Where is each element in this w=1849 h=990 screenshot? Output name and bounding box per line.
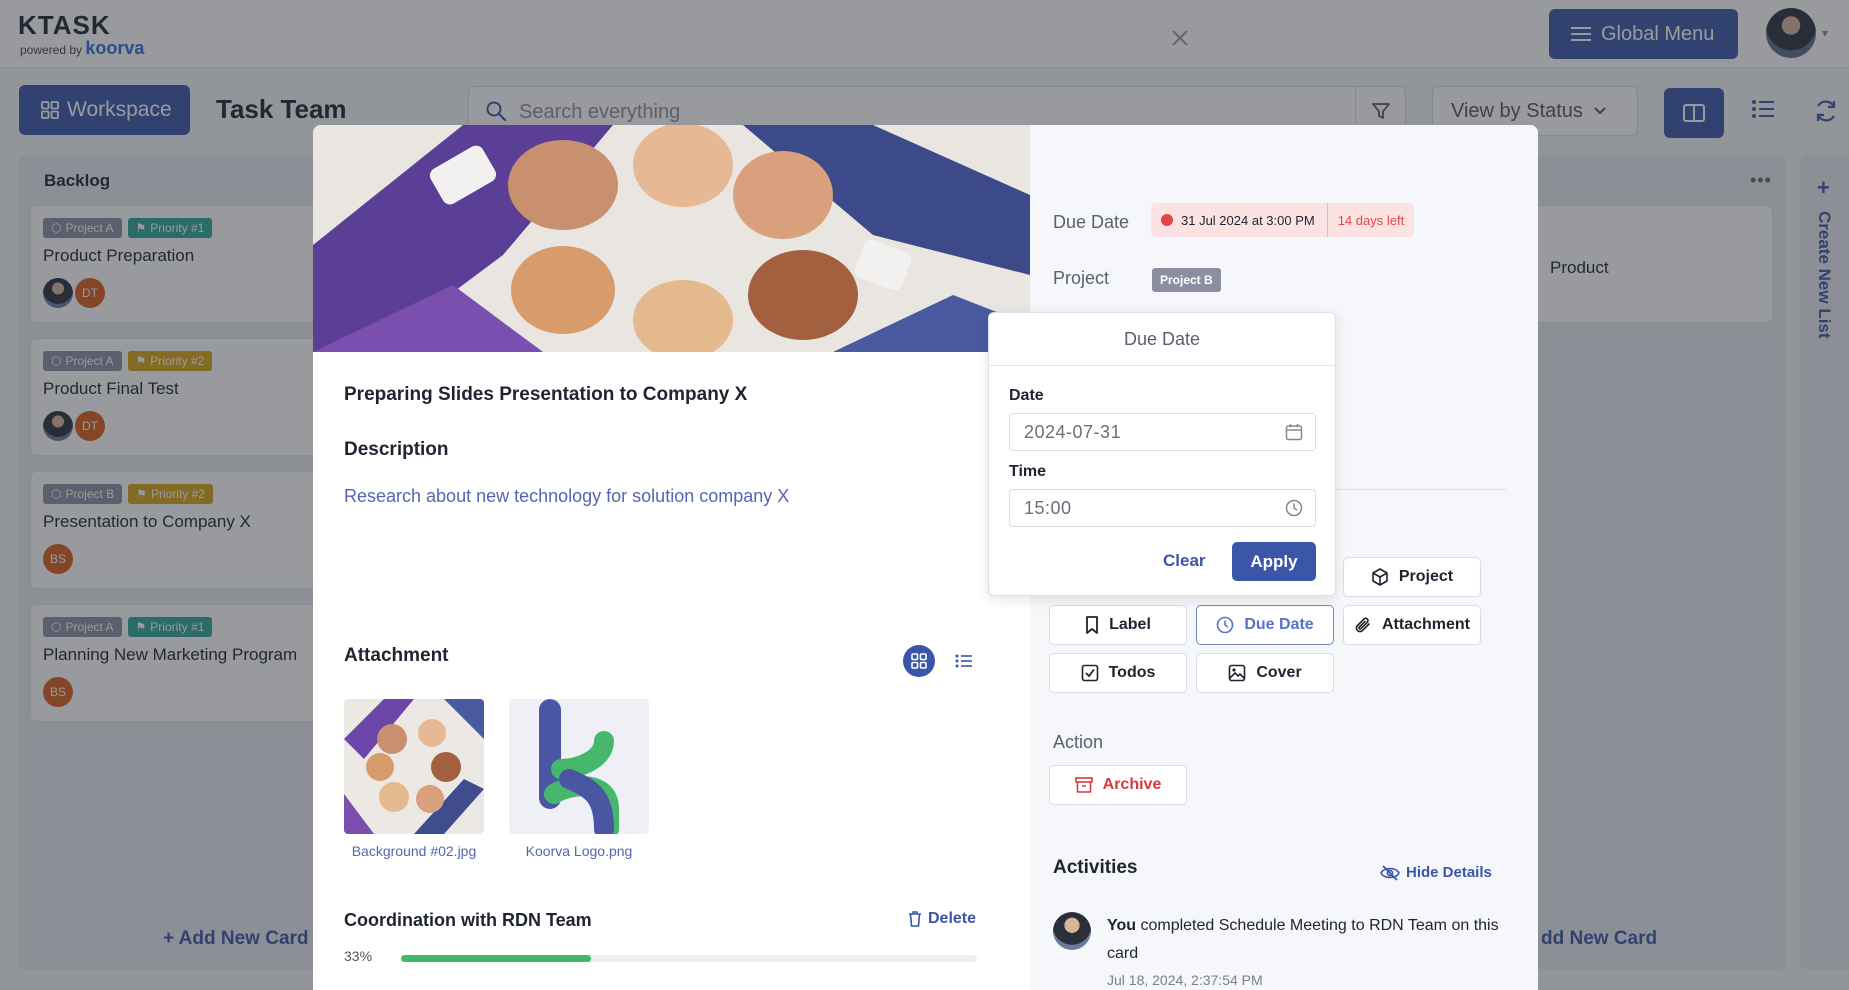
progress-percent: 33%: [344, 948, 373, 964]
project-label: Project: [1053, 268, 1110, 288]
fists-illustration: [313, 125, 1030, 352]
activity-text: You completed Schedule Meeting to RDN Te…: [1107, 917, 1499, 962]
image-icon: [1229, 664, 1246, 682]
activity-time: Jul 18, 2024, 2:37:54 PM: [1107, 972, 1263, 988]
due-date-label: Due Date: [1053, 212, 1130, 232]
time-value: 15:00: [1024, 497, 1072, 518]
due-date-value: 31 Jul 2024 at 3:00 PM: [1181, 212, 1315, 228]
cover-image: [313, 125, 1030, 352]
attachment-action-button[interactable]: Attachment: [1343, 605, 1481, 645]
attachment-name[interactable]: Koorva Logo.png: [504, 843, 654, 859]
bookmark-icon: [1086, 616, 1098, 634]
delete-label: Delete: [928, 910, 977, 927]
close-icon: [1172, 30, 1188, 46]
archive-button[interactable]: Archive: [1049, 765, 1187, 805]
checklist-title[interactable]: Coordination with RDN Team: [344, 910, 592, 931]
clock-icon: [1161, 214, 1173, 226]
cube-icon: [1372, 568, 1388, 586]
delete-checklist-button[interactable]: Delete: [908, 910, 976, 928]
time-input[interactable]: 15:00: [1009, 489, 1316, 527]
trash-icon: [909, 911, 921, 927]
description-text[interactable]: Research about new technology for soluti…: [344, 486, 789, 507]
close-button[interactable]: [1164, 22, 1196, 54]
date-value: 2024-07-31: [1024, 421, 1122, 442]
popover-title: Due Date: [989, 313, 1335, 366]
grid-view-toggle[interactable]: [903, 645, 935, 677]
clear-button[interactable]: Clear: [1163, 551, 1206, 571]
due-date-chip[interactable]: 31 Jul 2024 at 3:00 PM 14 days left: [1151, 203, 1415, 237]
attachment-name[interactable]: Background #02.jpg: [339, 843, 489, 859]
date-label: Date: [1009, 387, 1044, 404]
project-chip[interactable]: Project B: [1152, 268, 1221, 292]
days-left: 14 days left: [1337, 212, 1405, 228]
activities-title: Activities: [1053, 857, 1138, 878]
label-action-button[interactable]: Label: [1049, 605, 1187, 645]
attachment-thumbnail[interactable]: [344, 699, 484, 834]
attachment-thumbnail[interactable]: [509, 699, 649, 834]
list-view-toggle[interactable]: [952, 649, 976, 673]
task-title[interactable]: Preparing Slides Presentation to Company…: [344, 384, 747, 406]
due-date-popover: Due Date Date 2024-07-31 Time 15:00 Clea…: [988, 312, 1336, 596]
action-section-label: Action: [1053, 732, 1104, 752]
project-action-button[interactable]: Project: [1343, 557, 1481, 597]
avatar: [1053, 912, 1091, 950]
date-input[interactable]: 2024-07-31: [1009, 413, 1316, 451]
archive-icon: [1074, 777, 1093, 793]
hide-details-label: Hide Details: [1406, 864, 1492, 881]
time-label: Time: [1009, 463, 1047, 480]
progress-bar: [401, 955, 977, 962]
checkbox-icon: [1081, 664, 1098, 682]
calendar-icon[interactable]: [1285, 423, 1303, 441]
clock-icon: [1217, 616, 1234, 634]
progress-fill: [401, 955, 592, 962]
apply-button[interactable]: Apply: [1232, 542, 1316, 581]
attachment-label: Attachment: [344, 645, 449, 666]
clock-icon[interactable]: [1285, 499, 1303, 517]
task-detail-main: Preparing Slides Presentation to Company…: [313, 125, 1030, 990]
eye-off-icon: [1380, 864, 1400, 881]
grid-icon: [911, 653, 927, 669]
paperclip-icon: [1355, 617, 1370, 633]
hide-details-button[interactable]: Hide Details: [1380, 864, 1492, 881]
cover-action-button[interactable]: Cover: [1196, 653, 1334, 693]
list-icon: [955, 654, 972, 668]
due-date-action-button[interactable]: Due Date: [1196, 605, 1334, 645]
description-label: Description: [344, 439, 449, 460]
todos-action-button[interactable]: Todos: [1049, 653, 1187, 693]
